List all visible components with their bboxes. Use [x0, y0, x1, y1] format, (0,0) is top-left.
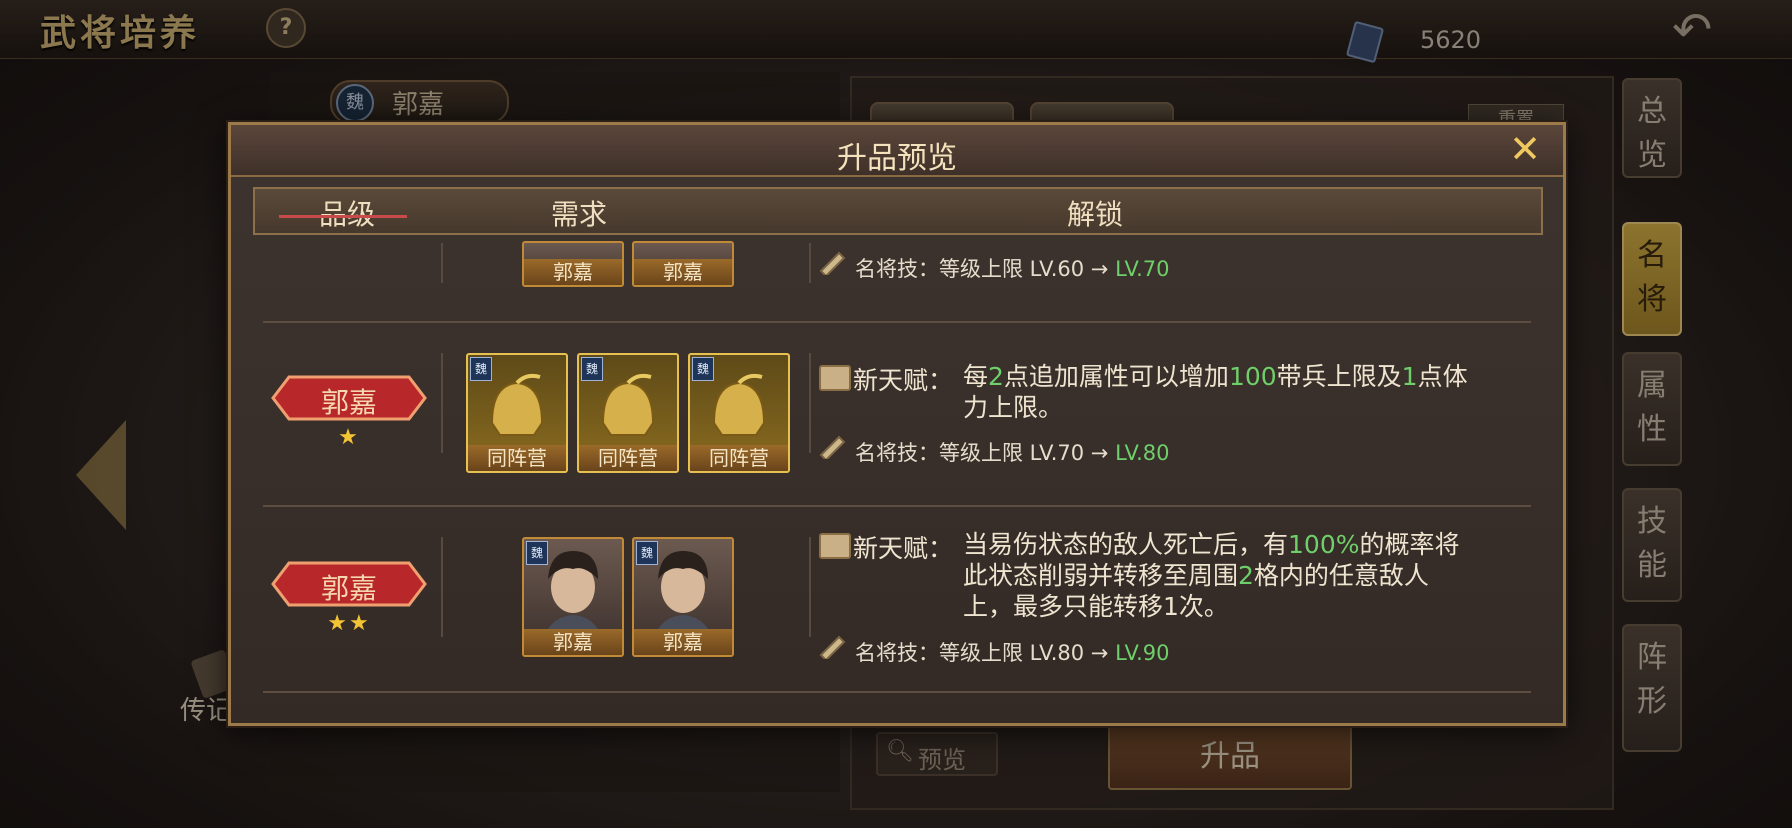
talent-scroll-icon	[819, 533, 851, 559]
row-divider	[263, 691, 1531, 693]
row-separator	[809, 537, 811, 637]
helmet-icon	[601, 373, 655, 436]
talent-text: 每	[963, 362, 989, 391]
talent-text: 点追加属性可以增加	[1003, 362, 1229, 391]
column-header: 品级 需求 解锁	[253, 187, 1543, 235]
row-divider	[263, 321, 1531, 323]
column-grade: 品级	[319, 198, 376, 231]
same-faction-card[interactable]: 魏 同阵营	[688, 353, 790, 473]
faction-badge: 魏	[692, 357, 714, 381]
grade-name: 郭嘉	[320, 572, 377, 605]
row-separator	[441, 353, 443, 453]
card-label: 郭嘉	[524, 259, 622, 285]
scroll-skill-icon	[819, 635, 846, 659]
scroll-skill-icon	[819, 251, 846, 275]
grade-name: 郭嘉	[320, 386, 377, 419]
grade-badge: 郭嘉	[271, 375, 427, 421]
card-label: 郭嘉	[634, 629, 732, 655]
talent-description: 每2点追加属性可以增加100带兵上限及1点体力上限。	[963, 361, 1473, 423]
faction-badge: 魏	[470, 357, 492, 381]
talent-label: 新天赋：	[853, 534, 954, 563]
talent-number: 100	[1228, 362, 1277, 391]
helmet-icon	[712, 373, 766, 436]
grade-badge: 郭嘉	[271, 561, 427, 607]
row-separator	[809, 243, 811, 283]
talent-number: 2	[1238, 561, 1254, 590]
row-separator	[809, 353, 811, 453]
talent-scroll-icon	[819, 365, 851, 391]
hero-card[interactable]: 魏 郭嘉	[522, 537, 624, 657]
same-faction-card[interactable]: 魏 同阵营	[466, 353, 568, 473]
column-requirement: 需求	[551, 198, 608, 231]
grade-stars: ★★	[327, 611, 371, 636]
faction-badge: 魏	[581, 357, 603, 381]
card-label: 同阵营	[468, 445, 566, 471]
helmet-icon	[490, 373, 544, 436]
hero-card[interactable]: 郭嘉	[632, 241, 734, 287]
column-unlock: 解锁	[1067, 198, 1124, 231]
skill-cap-line: 名将技：等级上限 LV.70 → LV.80	[855, 437, 1170, 467]
talent-number: 100%	[1288, 530, 1360, 559]
skill-target: LV.90	[1115, 641, 1170, 665]
skill-prefix: 名将技：等级上限 LV.70 →	[855, 441, 1116, 465]
scroll-skill-icon	[819, 435, 846, 459]
talent-description: 当易伤状态的敌人死亡后，有100%的概率将此状态削弱并转移至周围2格内的任意敌人…	[963, 529, 1473, 622]
modal-title: 升品预览	[837, 141, 957, 176]
skill-target: LV.70	[1115, 257, 1170, 281]
hero-card[interactable]: 郭嘉	[522, 241, 624, 287]
talent-number: 2	[988, 362, 1004, 391]
faction-badge: 魏	[526, 541, 548, 565]
row-separator	[441, 243, 443, 283]
faction-badge: 魏	[636, 541, 658, 565]
card-label: 郭嘉	[524, 629, 622, 655]
skill-cap-line: 名将技：等级上限 LV.60 → LV.70	[855, 253, 1170, 283]
upgrade-preview-modal: 升品预览 ✕ 品级 需求 解锁 郭嘉 郭嘉 名将技：等级上限 LV.60 → L…	[228, 122, 1566, 726]
skill-cap-line: 名将技：等级上限 LV.80 → LV.90	[855, 637, 1170, 667]
card-label: 同阵营	[690, 445, 788, 471]
grade-stars: ★	[338, 425, 360, 450]
talent-text: 当易伤状态的敌人死亡后，有	[963, 530, 1289, 559]
skill-target: LV.80	[1115, 441, 1170, 465]
close-icon[interactable]: ✕	[1503, 127, 1547, 171]
skill-prefix: 名将技：等级上限 LV.60 →	[855, 257, 1116, 281]
row-separator	[441, 537, 443, 637]
talent-text: 带兵上限及	[1276, 362, 1402, 391]
talent-label: 新天赋：	[853, 366, 954, 395]
same-faction-card[interactable]: 魏 同阵营	[577, 353, 679, 473]
row-divider	[263, 505, 1531, 507]
talent-number: 1	[1401, 362, 1418, 391]
card-label: 同阵营	[579, 445, 677, 471]
grade-badge-partial	[279, 215, 407, 218]
card-label: 郭嘉	[634, 259, 732, 285]
hero-card[interactable]: 魏 郭嘉	[632, 537, 734, 657]
skill-prefix: 名将技：等级上限 LV.80 →	[855, 641, 1116, 665]
